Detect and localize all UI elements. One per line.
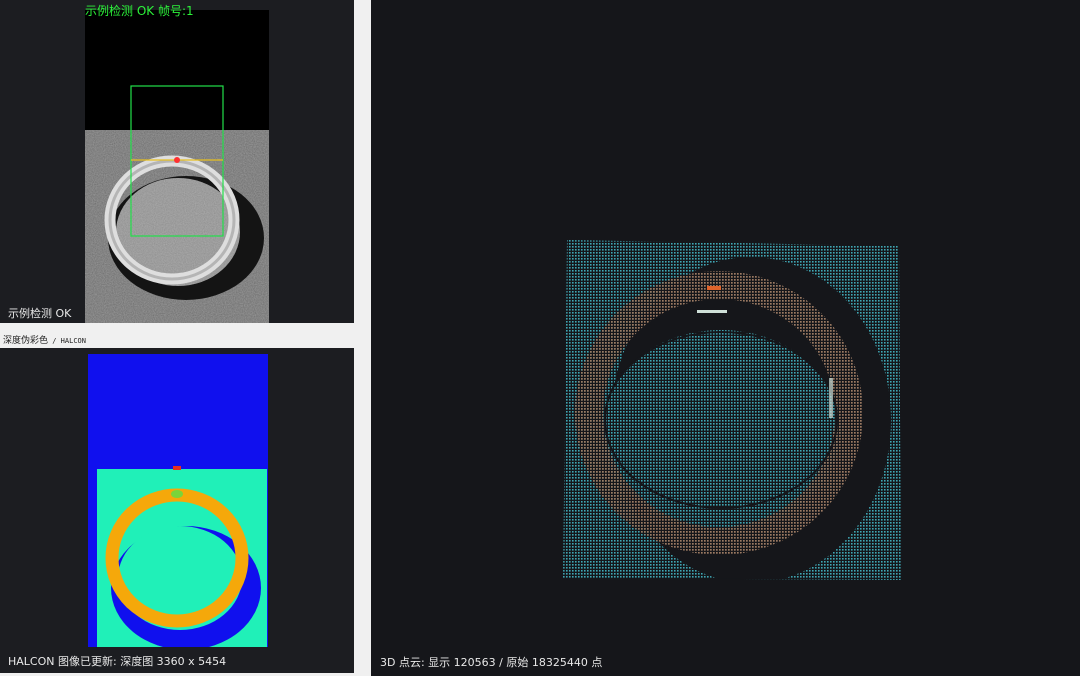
inspection-image: [85, 10, 269, 323]
depth-header-engine: HALCON: [60, 337, 86, 345]
panel-divider: [356, 0, 371, 676]
point-cloud-stats-label: 3D 点云: 显示 120563 / 原始 18325440 点: [380, 656, 603, 669]
point-cloud-canvas: [563, 240, 901, 580]
measure-point-marker: [174, 157, 180, 163]
depth-header-separator: /: [48, 337, 61, 345]
depth-color-view[interactable]: HALCON 图像已更新: 深度图 3360 x 5454: [0, 348, 354, 673]
depth-header-label: 深度伪彩色: [3, 336, 49, 346]
depth-image: [88, 354, 268, 647]
depth-update-label: HALCON 图像已更新: 深度图 3360 x 5454: [8, 655, 227, 668]
inspection-image-view[interactable]: 示例检测 OK: [0, 0, 354, 323]
app-window: 示例检测 OK 示例检测 OK 帧号:1 深度伪彩色 / HALCON HALC…: [0, 0, 1080, 676]
inspection-result-label: 示例检测 OK: [8, 307, 72, 320]
point-cloud-view[interactable]: 3D 点云: 显示 120563 / 原始 18325440 点: [371, 0, 1080, 676]
status-title: 示例检测 OK 帧号:1: [85, 4, 194, 18]
depth-view-header: 深度伪彩色 / HALCON: [3, 333, 86, 346]
